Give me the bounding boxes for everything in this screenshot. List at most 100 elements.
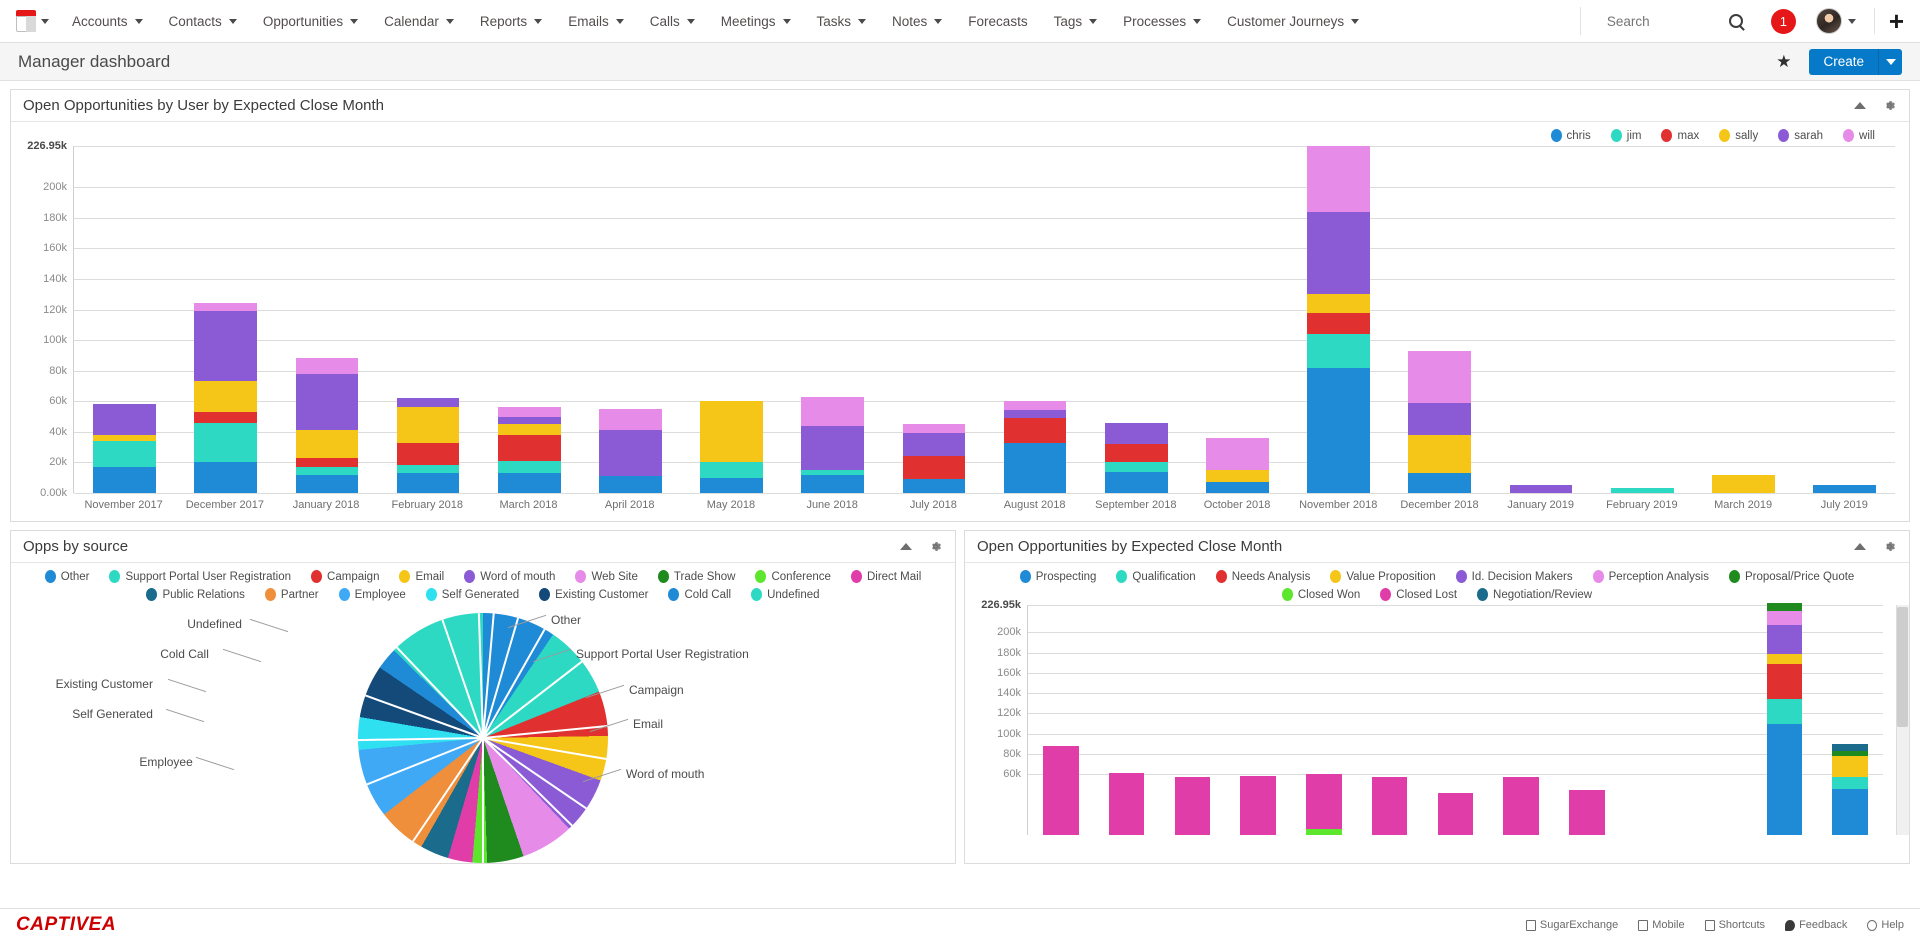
bar-segment[interactable] bbox=[1510, 485, 1573, 493]
legend-item[interactable]: Undefined bbox=[751, 588, 819, 601]
nav-item-tasks[interactable]: Tasks bbox=[804, 0, 880, 43]
stacked-bar[interactable] bbox=[1109, 773, 1145, 835]
bar-segment[interactable] bbox=[93, 467, 156, 493]
bar-segment[interactable] bbox=[1105, 444, 1168, 462]
footer-link-help[interactable]: Help bbox=[1867, 919, 1904, 931]
stacked-bar[interactable] bbox=[700, 401, 763, 493]
bar-column[interactable] bbox=[1620, 605, 1686, 835]
nav-item-emails[interactable]: Emails bbox=[555, 0, 637, 43]
bar-segment[interactable] bbox=[1767, 654, 1803, 664]
bar-segment[interactable] bbox=[194, 462, 257, 493]
bar-segment[interactable] bbox=[1307, 146, 1370, 212]
bar-segment[interactable] bbox=[1438, 793, 1474, 835]
bar-segment[interactable] bbox=[1408, 403, 1471, 435]
stacked-bar[interactable] bbox=[93, 404, 156, 493]
bar-segment[interactable] bbox=[1004, 443, 1067, 493]
stacked-bar[interactable] bbox=[1240, 776, 1276, 835]
bar-segment[interactable] bbox=[397, 465, 460, 473]
legend-item[interactable]: sally bbox=[1719, 129, 1758, 142]
bar-column[interactable] bbox=[276, 146, 377, 493]
stacked-bar[interactable] bbox=[801, 397, 864, 493]
legend-item[interactable]: Value Proposition bbox=[1330, 570, 1435, 583]
legend-item[interactable]: Direct Mail bbox=[851, 570, 921, 583]
stacked-bar[interactable] bbox=[1004, 401, 1067, 493]
bar-column[interactable] bbox=[1160, 605, 1226, 835]
bar-column[interactable] bbox=[1693, 146, 1794, 493]
stacked-bar[interactable] bbox=[1510, 485, 1573, 493]
bar-column[interactable] bbox=[1028, 605, 1094, 835]
bar-segment[interactable] bbox=[801, 475, 864, 493]
bar-segment[interactable] bbox=[1004, 401, 1067, 410]
bar-segment[interactable] bbox=[1105, 423, 1168, 444]
bar-segment[interactable] bbox=[1767, 625, 1803, 653]
footer-link-feedback[interactable]: Feedback bbox=[1785, 919, 1847, 931]
bar-segment[interactable] bbox=[1611, 488, 1674, 493]
bar-segment[interactable] bbox=[1105, 462, 1168, 471]
legend-item[interactable]: Word of mouth bbox=[464, 570, 555, 583]
bar-column[interactable] bbox=[1817, 605, 1883, 835]
bar-column[interactable] bbox=[1686, 605, 1752, 835]
bar-segment[interactable] bbox=[801, 397, 864, 426]
legend-item[interactable]: Perception Analysis bbox=[1593, 570, 1709, 583]
bar-column[interactable] bbox=[1086, 146, 1187, 493]
bar-segment[interactable] bbox=[1832, 777, 1868, 789]
legend-item[interactable]: Id. Decision Makers bbox=[1456, 570, 1573, 583]
bar-column[interactable] bbox=[1488, 605, 1554, 835]
legend-item[interactable]: Cold Call bbox=[668, 588, 731, 601]
stacked-bar[interactable] bbox=[1712, 475, 1775, 493]
stacked-bar[interactable] bbox=[1372, 777, 1408, 835]
legend-item[interactable]: Self Generated bbox=[426, 588, 519, 601]
bar-column[interactable] bbox=[1094, 605, 1160, 835]
bar-column[interactable] bbox=[1187, 146, 1288, 493]
bar-segment[interactable] bbox=[296, 475, 359, 493]
nav-item-tags[interactable]: Tags bbox=[1041, 0, 1111, 43]
bar-segment[interactable] bbox=[1306, 774, 1342, 829]
chevron-up-icon[interactable] bbox=[900, 543, 912, 550]
legend-item[interactable]: sarah bbox=[1778, 129, 1823, 142]
nav-item-contacts[interactable]: Contacts bbox=[156, 0, 250, 43]
app-logo[interactable] bbox=[10, 10, 59, 32]
avatar[interactable] bbox=[1816, 8, 1842, 34]
bar-segment[interactable] bbox=[498, 424, 561, 435]
bar-segment[interactable] bbox=[1832, 789, 1868, 835]
chevron-up-icon[interactable] bbox=[1854, 102, 1866, 109]
chevron-down-icon[interactable] bbox=[783, 19, 791, 24]
chevron-down-icon[interactable] bbox=[135, 19, 143, 24]
scrollbar-thumb[interactable] bbox=[1897, 607, 1908, 727]
bar-segment[interactable] bbox=[1306, 829, 1342, 835]
bar-segment[interactable] bbox=[296, 374, 359, 431]
pie-slices[interactable] bbox=[358, 613, 608, 863]
global-search[interactable] bbox=[1580, 7, 1749, 35]
nav-item-processes[interactable]: Processes bbox=[1110, 0, 1214, 43]
bar-column[interactable] bbox=[74, 146, 175, 493]
legend-item[interactable]: Conference bbox=[755, 570, 830, 583]
search-icon[interactable] bbox=[1729, 14, 1743, 28]
bar-segment[interactable] bbox=[296, 467, 359, 475]
bar-segment[interactable] bbox=[1206, 482, 1269, 493]
bar-segment[interactable] bbox=[1307, 212, 1370, 295]
stacked-bar[interactable] bbox=[1175, 777, 1211, 835]
bar-segment[interactable] bbox=[93, 441, 156, 467]
bar-segment[interactable] bbox=[1767, 603, 1803, 611]
create-dropdown-button[interactable] bbox=[1878, 49, 1902, 75]
bar-column[interactable] bbox=[378, 146, 479, 493]
bar-segment[interactable] bbox=[1813, 485, 1876, 493]
legend-item[interactable]: Proposal/Price Quote bbox=[1729, 570, 1854, 583]
nav-item-meetings[interactable]: Meetings bbox=[708, 0, 804, 43]
bar-column[interactable] bbox=[1554, 605, 1620, 835]
panel-scrollbar[interactable] bbox=[1896, 605, 1909, 835]
gear-icon[interactable] bbox=[928, 539, 943, 554]
bar-segment[interactable] bbox=[700, 478, 763, 493]
legend-item[interactable]: Existing Customer bbox=[539, 588, 648, 601]
legend-item[interactable]: Campaign bbox=[311, 570, 379, 583]
bar-segment[interactable] bbox=[397, 473, 460, 493]
bar-column[interactable] bbox=[1288, 146, 1389, 493]
nav-item-forecasts[interactable]: Forecasts bbox=[955, 0, 1040, 43]
bar-segment[interactable] bbox=[1109, 773, 1145, 835]
chevron-down-icon[interactable] bbox=[229, 19, 237, 24]
stacked-bar[interactable] bbox=[1438, 793, 1474, 835]
bar-column[interactable] bbox=[1794, 146, 1895, 493]
bar-segment[interactable] bbox=[194, 311, 257, 381]
chevron-down-icon[interactable] bbox=[350, 19, 358, 24]
bar-segment[interactable] bbox=[1307, 294, 1370, 312]
